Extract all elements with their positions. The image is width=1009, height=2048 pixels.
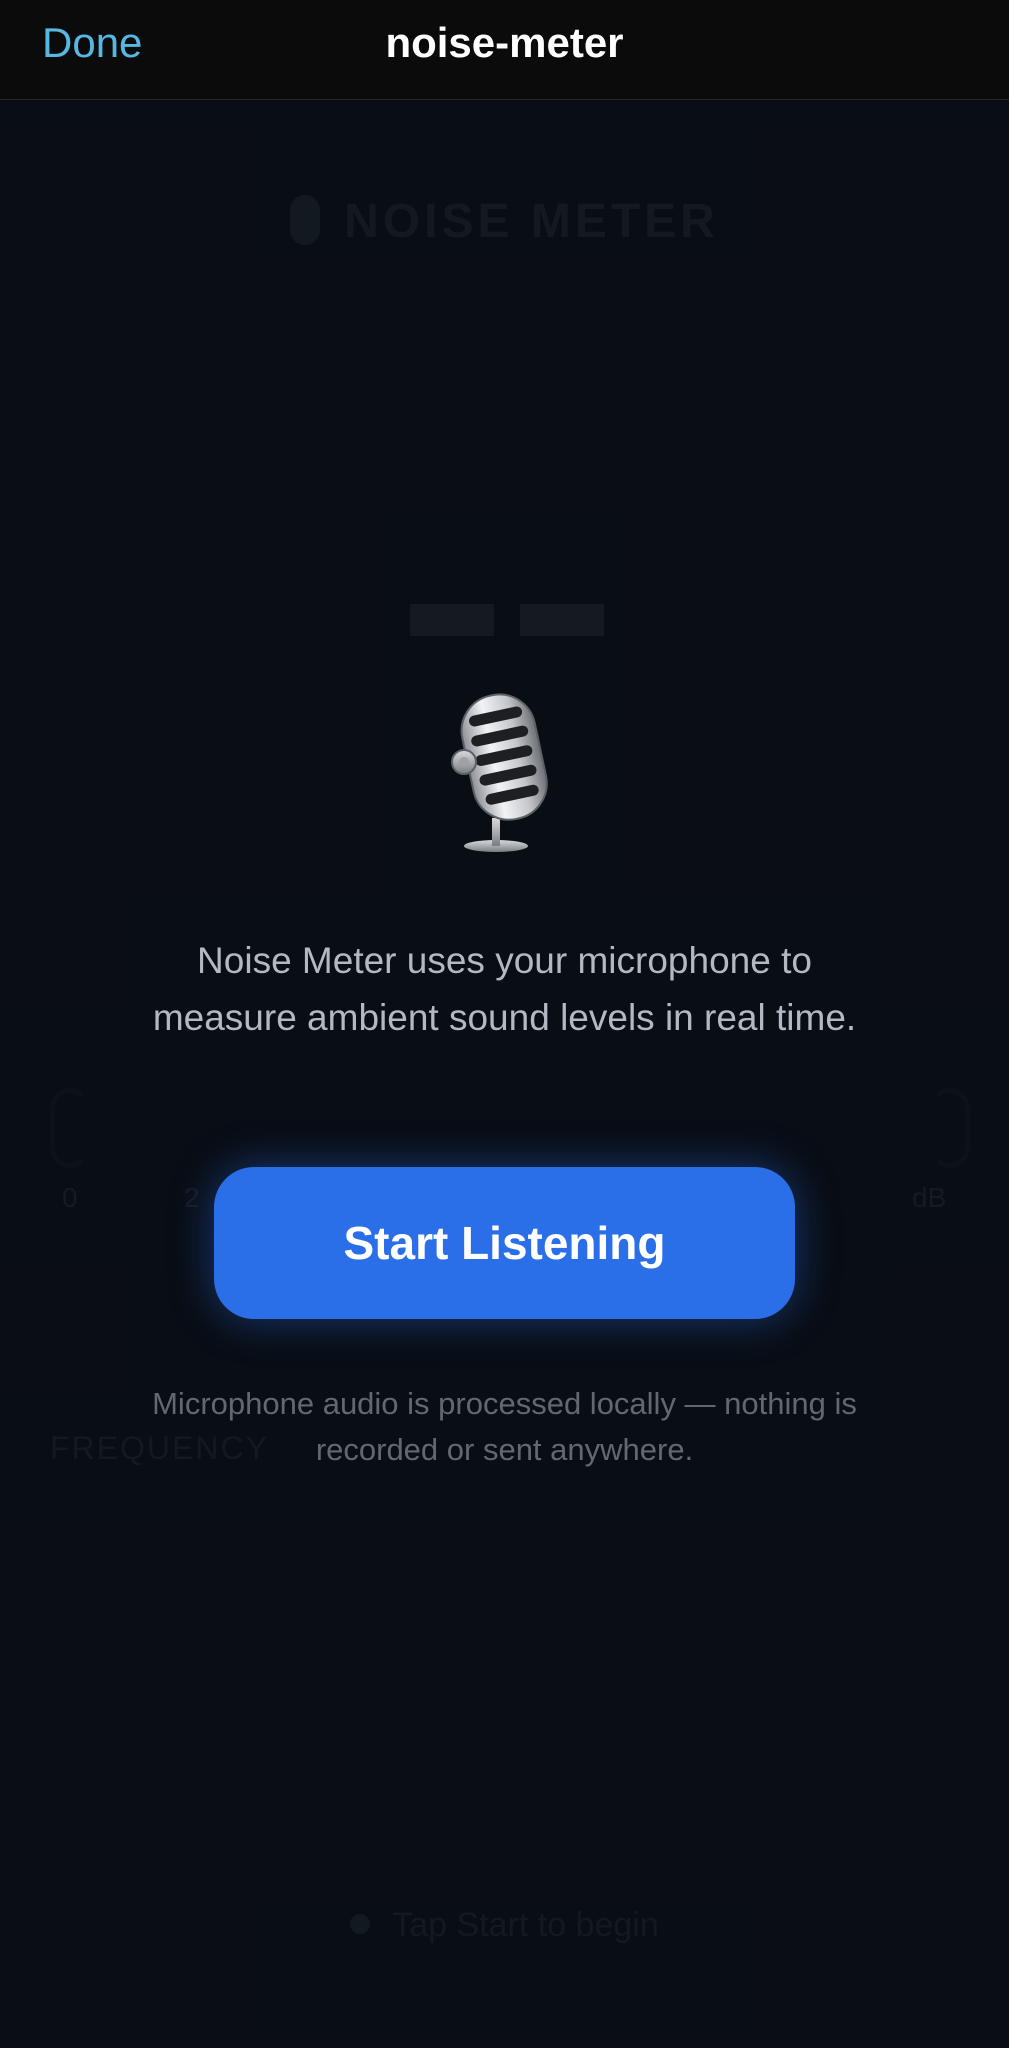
done-button[interactable]: Done <box>42 17 142 69</box>
studio-microphone-icon <box>451 693 548 852</box>
noise-meter-app: noise-meter Done NOISE METER 0 2 dB FREQ… <box>0 0 1009 2048</box>
nav-title: noise-meter <box>385 19 624 66</box>
privacy-note: Microphone audio is processed locally — … <box>152 1386 857 1467</box>
microphone-permission-overlay <box>0 100 1009 2048</box>
start-listening-button[interactable]: Start Listening <box>214 1167 795 1319</box>
navigation-bar: noise-meter Done <box>0 0 1009 100</box>
intro-text: Noise Meter uses your microphone to meas… <box>152 940 857 1038</box>
